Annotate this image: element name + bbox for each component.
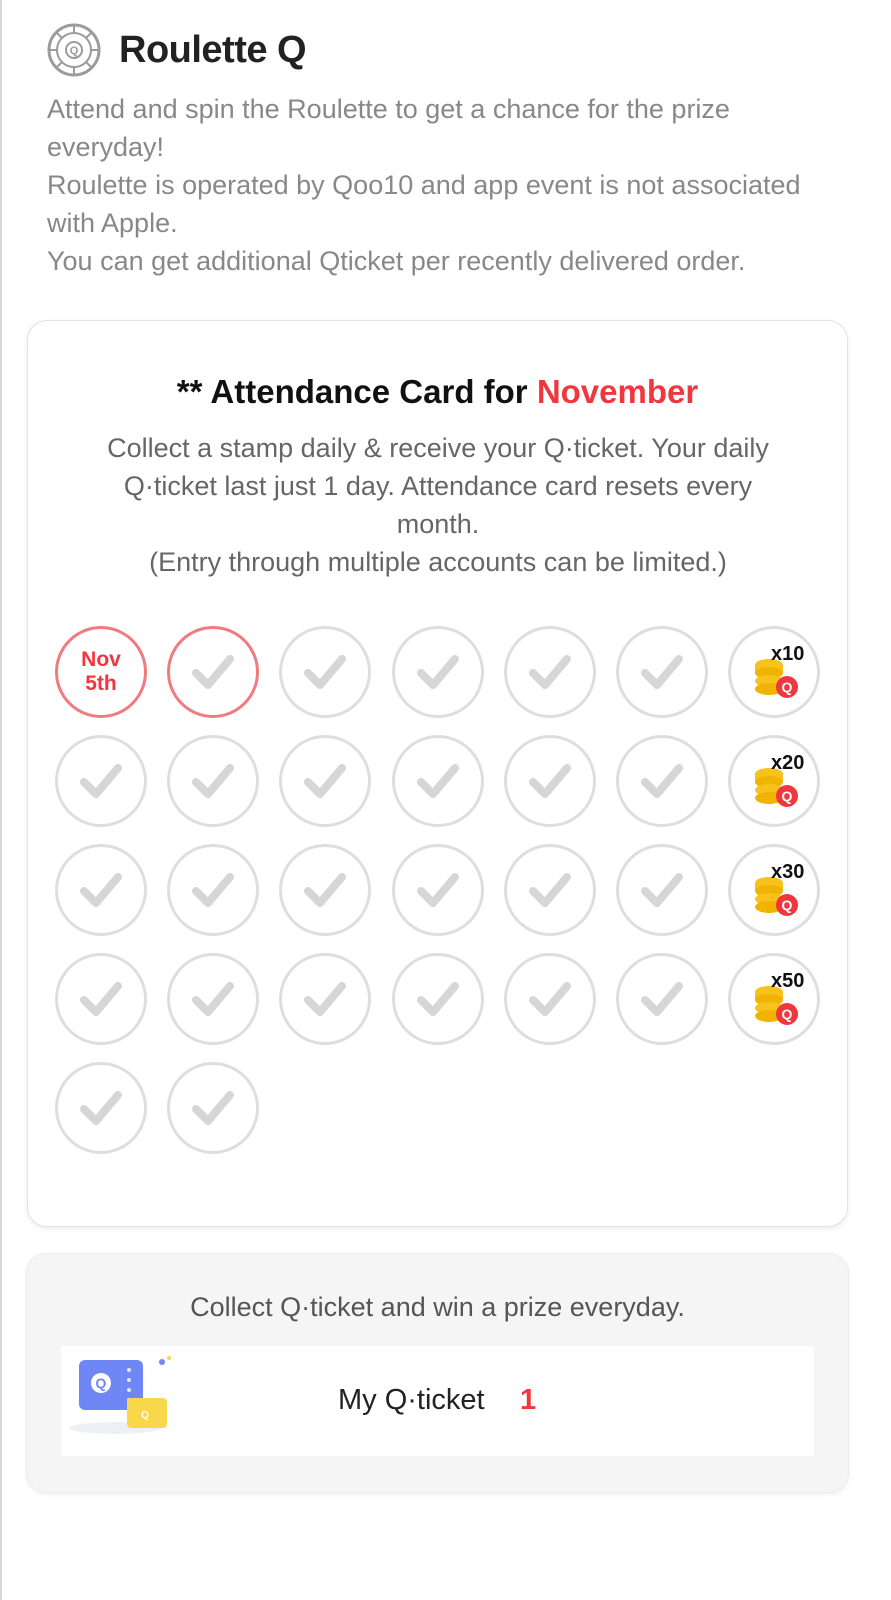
check-icon [304, 764, 346, 798]
my-qticket-count: 1 [520, 1384, 537, 1416]
check-icon [641, 982, 683, 1016]
attendance-stamp [167, 953, 259, 1045]
check-icon [641, 873, 683, 907]
attendance-stamp [167, 735, 259, 827]
check-icon [529, 764, 571, 798]
attendance-stamp [279, 735, 371, 827]
attendance-stamp [55, 735, 147, 827]
svg-text:Q: Q [141, 1410, 149, 1421]
page-header: Q Roulette Q [46, 22, 307, 78]
attendance-stamp [392, 844, 484, 936]
attendance-stamp [392, 626, 484, 718]
reward-stamp: Qx30 [728, 844, 820, 936]
attendance-stamp [504, 735, 596, 827]
check-icon [641, 655, 683, 689]
attendance-stamp [55, 1062, 147, 1154]
attendance-stamp [504, 953, 596, 1045]
attendance-card-title: ** Attendance Card for November [28, 373, 847, 411]
check-icon [417, 873, 459, 907]
check-icon [529, 655, 571, 689]
check-icon [304, 655, 346, 689]
check-icon [192, 873, 234, 907]
attendance-stamp [167, 1062, 259, 1154]
check-icon [417, 764, 459, 798]
attendance-stamp [616, 735, 708, 827]
check-icon [80, 764, 122, 798]
qticket-section: Collect Q·ticket and win a prize everyda… [26, 1253, 849, 1493]
reward-multiplier: x30 [771, 861, 805, 883]
attendance-stamp [392, 735, 484, 827]
reward-stamp: Qx10 [728, 626, 820, 718]
today-day: 5th [85, 672, 117, 695]
svg-text:Q: Q [782, 897, 793, 913]
card-desc-note: (Entry through multiple accounts can be … [149, 547, 727, 577]
check-icon [192, 655, 234, 689]
svg-text:Q: Q [782, 1006, 793, 1022]
attendance-stamp [279, 626, 371, 718]
today-stamp[interactable]: Nov 5th [55, 626, 147, 718]
reward-multiplier: x50 [771, 970, 805, 992]
attendance-stamp [55, 953, 147, 1045]
attendance-stamp [279, 953, 371, 1045]
reward-stamp: Qx50 [728, 953, 820, 1045]
attendance-stamp [504, 626, 596, 718]
attendance-stamp [616, 626, 708, 718]
attendance-stamp [616, 844, 708, 936]
check-icon [529, 873, 571, 907]
check-icon [417, 655, 459, 689]
description-line: You can get additional Qticket per recen… [47, 246, 746, 276]
attendance-stamp [504, 844, 596, 936]
check-icon [641, 764, 683, 798]
svg-text:Q: Q [96, 1375, 107, 1391]
reward-multiplier: x20 [771, 752, 805, 774]
my-qticket-label: My Q·ticket [338, 1384, 485, 1416]
check-icon [304, 982, 346, 1016]
description-line: Attend and spin the Roulette to get a ch… [47, 94, 730, 162]
attendance-stamp [279, 844, 371, 936]
attendance-stamp [392, 953, 484, 1045]
check-icon [417, 982, 459, 1016]
page-left-border [0, 0, 2, 1600]
card-desc-main: Collect a stamp daily & receive your Q·t… [107, 433, 769, 539]
attendance-card: ** Attendance Card for November Collect … [27, 320, 848, 1227]
page-title: Roulette Q [119, 28, 307, 71]
attendance-stamp [167, 844, 259, 936]
svg-text:Q: Q [782, 788, 793, 804]
card-title-month: November [536, 373, 699, 410]
check-icon [304, 873, 346, 907]
description-line: Roulette is operated by Qoo10 and app ev… [47, 170, 801, 238]
check-icon [192, 982, 234, 1016]
svg-text:Q: Q [70, 45, 79, 57]
roulette-icon: Q [47, 23, 101, 77]
my-qticket-panel[interactable]: Q Q My Q·ticket 1 [61, 1346, 814, 1456]
qticket-icon: Q Q [69, 1356, 171, 1434]
reward-stamp: Qx20 [728, 735, 820, 827]
check-icon [192, 764, 234, 798]
attendance-stamp [167, 626, 259, 718]
reward-multiplier: x10 [771, 643, 805, 665]
qticket-promo-text: Collect Q·ticket and win a prize everyda… [190, 1292, 685, 1322]
roulette-description: Attend and spin the Roulette to get a ch… [47, 90, 847, 280]
attendance-stamp [55, 844, 147, 936]
check-icon [80, 982, 122, 1016]
attendance-stamp [616, 953, 708, 1045]
today-month: Nov [81, 648, 121, 671]
check-icon [529, 982, 571, 1016]
check-icon [192, 1091, 234, 1125]
svg-text:Q: Q [782, 679, 793, 695]
check-icon [80, 873, 122, 907]
check-icon [80, 1091, 122, 1125]
card-title-prefix: ** Attendance Card for [176, 373, 537, 410]
attendance-card-description: Collect a stamp daily & receive your Q·t… [88, 429, 788, 581]
